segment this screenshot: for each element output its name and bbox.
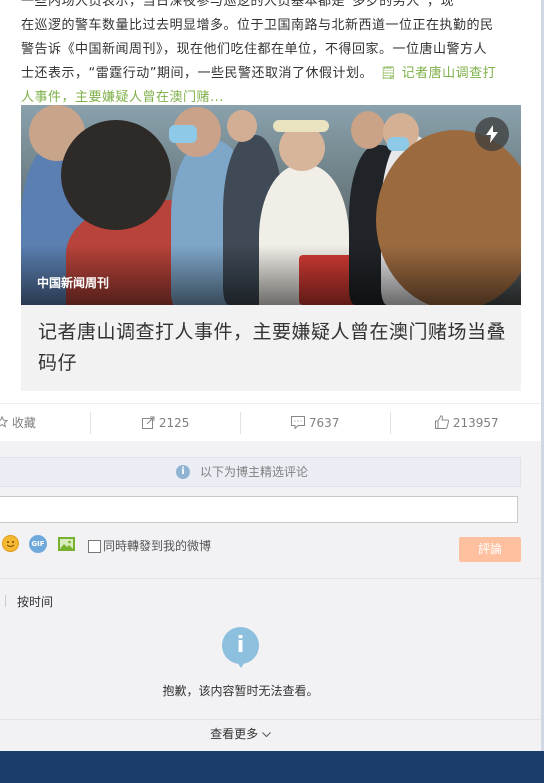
person-head	[351, 111, 385, 149]
chevron-down-icon	[262, 727, 271, 741]
curated-notice-text: 以下为博主精选评论	[200, 465, 309, 479]
action-divider	[240, 412, 241, 434]
favorite-button[interactable]: 收藏	[0, 404, 36, 442]
star-icon	[0, 415, 12, 430]
comment-icon	[291, 416, 309, 430]
sort-divider	[5, 595, 6, 607]
info-icon: i	[176, 465, 190, 479]
gif-icon[interactable]: GIF	[29, 535, 47, 553]
post-text-line: 士还表示，“雷霆行动”期间，一些民警还取消了休假计划。 🗒 记者唐山调查打	[21, 66, 497, 81]
see-more-divider	[0, 719, 541, 720]
see-more-link[interactable]: 查看更多	[0, 725, 481, 742]
repost-icon	[142, 416, 159, 430]
post-action-bar: 收藏 2125 7637 213957	[0, 403, 541, 443]
lightning-icon[interactable]	[475, 117, 509, 151]
comment-panel: i 以下为博主精选评论 GIF 同時轉發到我的微博 評論 按时间 i 抱歉，该内…	[0, 441, 541, 751]
person-head	[227, 110, 257, 142]
article-link-continued[interactable]: 人事件，主要嫌疑人曾在澳门赌...	[21, 90, 224, 105]
comment-input[interactable]	[0, 496, 518, 523]
content-unavailable-message: 抱歉，该内容暂时无法查看。	[162, 684, 319, 698]
curated-comments-notice: i 以下为博主精选评论	[0, 457, 521, 487]
comment-count: 7637	[308, 416, 340, 430]
submit-comment-button[interactable]: 評論	[459, 537, 521, 562]
action-divider	[390, 412, 391, 434]
action-divider	[90, 412, 91, 434]
info-bubble-tail	[235, 659, 247, 668]
repost-button[interactable]: 2125	[142, 404, 189, 442]
weibo-post-card: 一些内场人员表示，当日深夜参与巡逻的人员基本都是“多岁的男人”，现 在巡逻的警车…	[0, 0, 541, 751]
also-repost-checkbox[interactable]	[88, 540, 101, 553]
panel-divider	[0, 578, 541, 579]
article-headline-card[interactable]: 记者唐山调查打人事件，主要嫌疑人曾在澳门赌场当叠码仔	[21, 305, 521, 391]
post-text-line: 警告诉《中国新闻周刊》，现在他们吃住都在单位，不得回家。一位唐山警方人	[21, 42, 488, 57]
article-link[interactable]: 🗒 记者唐山调查打	[380, 66, 496, 81]
article-photo[interactable]: 中国新闻周刊	[21, 105, 521, 305]
emoji-icon[interactable]	[2, 535, 19, 552]
face-mask	[169, 125, 197, 143]
person-head	[61, 120, 171, 230]
like-count: 213957	[452, 416, 499, 430]
repost-count: 2125	[158, 416, 190, 430]
article-headline: 记者唐山调查打人事件，主要嫌疑人曾在澳门赌场当叠码仔	[38, 321, 507, 374]
sort-by-time-tab[interactable]: 按时间	[17, 593, 53, 610]
see-more-label: 查看更多	[210, 727, 259, 741]
also-repost-label: 同時轉發到我的微博	[103, 539, 212, 553]
post-body-text: 一些内场人员表示，当日深夜参与巡逻的人员基本都是“多岁的男人”，现 在巡逻的警车…	[21, 0, 517, 110]
photo-source-label: 中国新闻周刊	[37, 276, 110, 290]
sun-hat	[273, 120, 329, 132]
favorite-label: 收藏	[11, 416, 36, 430]
post-text-line: 在巡逻的警车数量比过去明显增多。位于卫国南路与北新西道一位正在执勤的民	[21, 18, 494, 33]
comment-button[interactable]: 7637	[291, 404, 339, 442]
post-text-line: 一些内场人员表示，当日深夜参与巡逻的人员基本都是“多岁的男人”，现	[21, 0, 454, 9]
thumbs-up-icon	[435, 415, 453, 430]
like-button[interactable]: 213957	[435, 404, 499, 442]
image-upload-icon[interactable]	[58, 537, 75, 551]
